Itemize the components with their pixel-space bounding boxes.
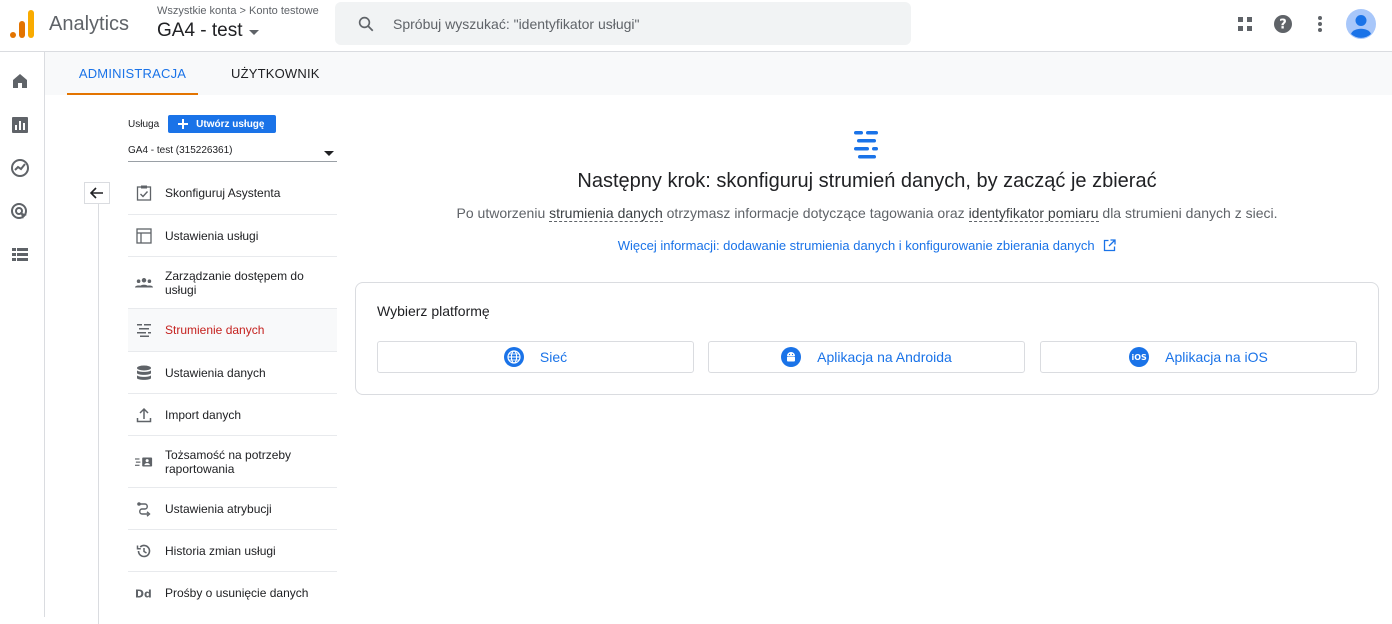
- platform-ios-label: Aplikacja na iOS: [1165, 349, 1268, 365]
- tab-administracja[interactable]: ADMINISTRACJA: [67, 52, 198, 95]
- selected-property: GA4 - test (315226361): [128, 145, 233, 156]
- menu-item-reporting-identity[interactable]: Tożsamość na potrzeby raportowania: [128, 436, 337, 488]
- property-menu: Skonfiguruj Asystenta Ustawienia usługi …: [128, 172, 337, 614]
- page-subtitle: Po utworzeniu strumienia danych otrzymas…: [456, 205, 1278, 222]
- breadcrumb-account[interactable]: Wszystkie konta: [157, 5, 236, 17]
- admin-tabs: ADMINISTRACJA UŻYTKOWNIK: [45, 52, 1392, 95]
- breadcrumb[interactable]: Wszystkie konta > Konto testowe: [157, 5, 319, 17]
- checklist-icon: [135, 184, 153, 202]
- term-data-stream[interactable]: strumienia danych: [549, 205, 663, 222]
- platform-web-label: Sieć: [539, 349, 568, 365]
- data-streams-icon: [854, 131, 878, 159]
- svg-text:?: ?: [1279, 18, 1287, 33]
- upload-icon: [135, 406, 153, 424]
- data-streams-icon: [135, 321, 153, 339]
- create-property-button[interactable]: Utwórz usługę: [168, 115, 277, 133]
- platform-card: Wybierz platformę Sieć Aplikacja na Andr…: [355, 282, 1379, 395]
- term-measurement-id[interactable]: identyfikator pomiaru: [968, 205, 1099, 222]
- property-name: GA4 - test: [157, 20, 243, 41]
- explore-icon[interactable]: [9, 157, 31, 179]
- menu-item-data-streams[interactable]: Strumienie danych: [128, 309, 337, 352]
- dd-icon: Dd: [135, 584, 153, 602]
- history-icon: [135, 542, 153, 560]
- create-property-label: Utwórz usługę: [196, 118, 265, 130]
- chevron-down-icon: [324, 151, 334, 156]
- web-globe-icon: [503, 347, 524, 367]
- svg-text:Dd: Dd: [135, 588, 152, 601]
- platform-android-button[interactable]: Aplikacja na Androida: [708, 341, 1025, 373]
- back-button[interactable]: [84, 182, 110, 204]
- search-input[interactable]: [393, 15, 873, 32]
- search-icon: [358, 16, 374, 31]
- property-selector[interactable]: GA4 - test: [157, 20, 259, 42]
- property-label: Usługa: [128, 118, 160, 130]
- apps-grid-icon[interactable]: [1231, 10, 1259, 38]
- android-icon: [781, 347, 802, 367]
- menu-item-setup-assistant[interactable]: Skonfiguruj Asystenta: [128, 172, 337, 215]
- breadcrumb-subaccount[interactable]: Konto testowe: [249, 5, 319, 17]
- top-bar: Analytics Wszystkie konta > Konto testow…: [0, 0, 1392, 52]
- plus-icon: [178, 119, 189, 129]
- menu-item-attribution-settings[interactable]: Ustawienia atrybucji: [128, 488, 337, 530]
- open-in-new-icon: [1104, 239, 1116, 252]
- menu-item-access-management[interactable]: Zarządzanie dostępem do usługi: [128, 257, 337, 309]
- people-icon: [135, 274, 153, 292]
- arrow-back-icon: [90, 187, 103, 199]
- menu-divider-line: [98, 204, 99, 624]
- ios-icon: iOS: [1129, 347, 1150, 367]
- property-settings-icon: [135, 227, 153, 245]
- database-icon: [135, 364, 153, 382]
- menu-item-property-settings[interactable]: Ustawienia usługi: [128, 215, 337, 257]
- help-icon[interactable]: ?: [1269, 10, 1297, 38]
- advertising-icon[interactable]: [9, 201, 31, 223]
- platform-web-button[interactable]: Sieć: [377, 341, 694, 373]
- reports-icon[interactable]: [9, 114, 31, 136]
- home-icon[interactable]: [9, 70, 31, 92]
- page-title: Następny krok: skonfiguruj strumień dany…: [577, 170, 1157, 192]
- platform-card-title: Wybierz platformę: [377, 303, 490, 319]
- breadcrumb-separator: >: [239, 5, 246, 17]
- search-bar[interactable]: [335, 2, 911, 45]
- navigation-rail: [0, 52, 45, 617]
- menu-item-change-history[interactable]: Historia zmian usługi: [128, 530, 337, 572]
- analytics-logo[interactable]: [10, 10, 34, 38]
- platform-ios-button[interactable]: iOS Aplikacja na iOS: [1040, 341, 1357, 373]
- tab-uzytkownik[interactable]: UŻYTKOWNIK: [231, 52, 320, 95]
- platform-android-label: Aplikacja na Androida: [817, 349, 952, 365]
- app-title: Analytics: [49, 13, 130, 35]
- menu-item-data-deletion-requests[interactable]: Dd Prośby o usunięcie danych: [128, 572, 337, 614]
- menu-item-data-import[interactable]: Import danych: [128, 394, 337, 436]
- more-vert-icon[interactable]: [1306, 10, 1334, 38]
- attribution-icon: [135, 500, 153, 518]
- account-avatar[interactable]: [1346, 9, 1376, 39]
- menu-item-data-settings[interactable]: Ustawienia danych: [128, 352, 337, 394]
- property-column: Usługa Utwórz usługę GA4 - test (3152263…: [67, 95, 337, 624]
- chevron-down-icon: [248, 29, 259, 35]
- learn-more-link[interactable]: Więcej informacji: dodawanie strumienia …: [355, 238, 1379, 253]
- property-dropdown[interactable]: GA4 - test (315226361): [128, 140, 337, 162]
- reporting-identity-icon: [135, 453, 153, 471]
- configure-icon[interactable]: [9, 244, 31, 266]
